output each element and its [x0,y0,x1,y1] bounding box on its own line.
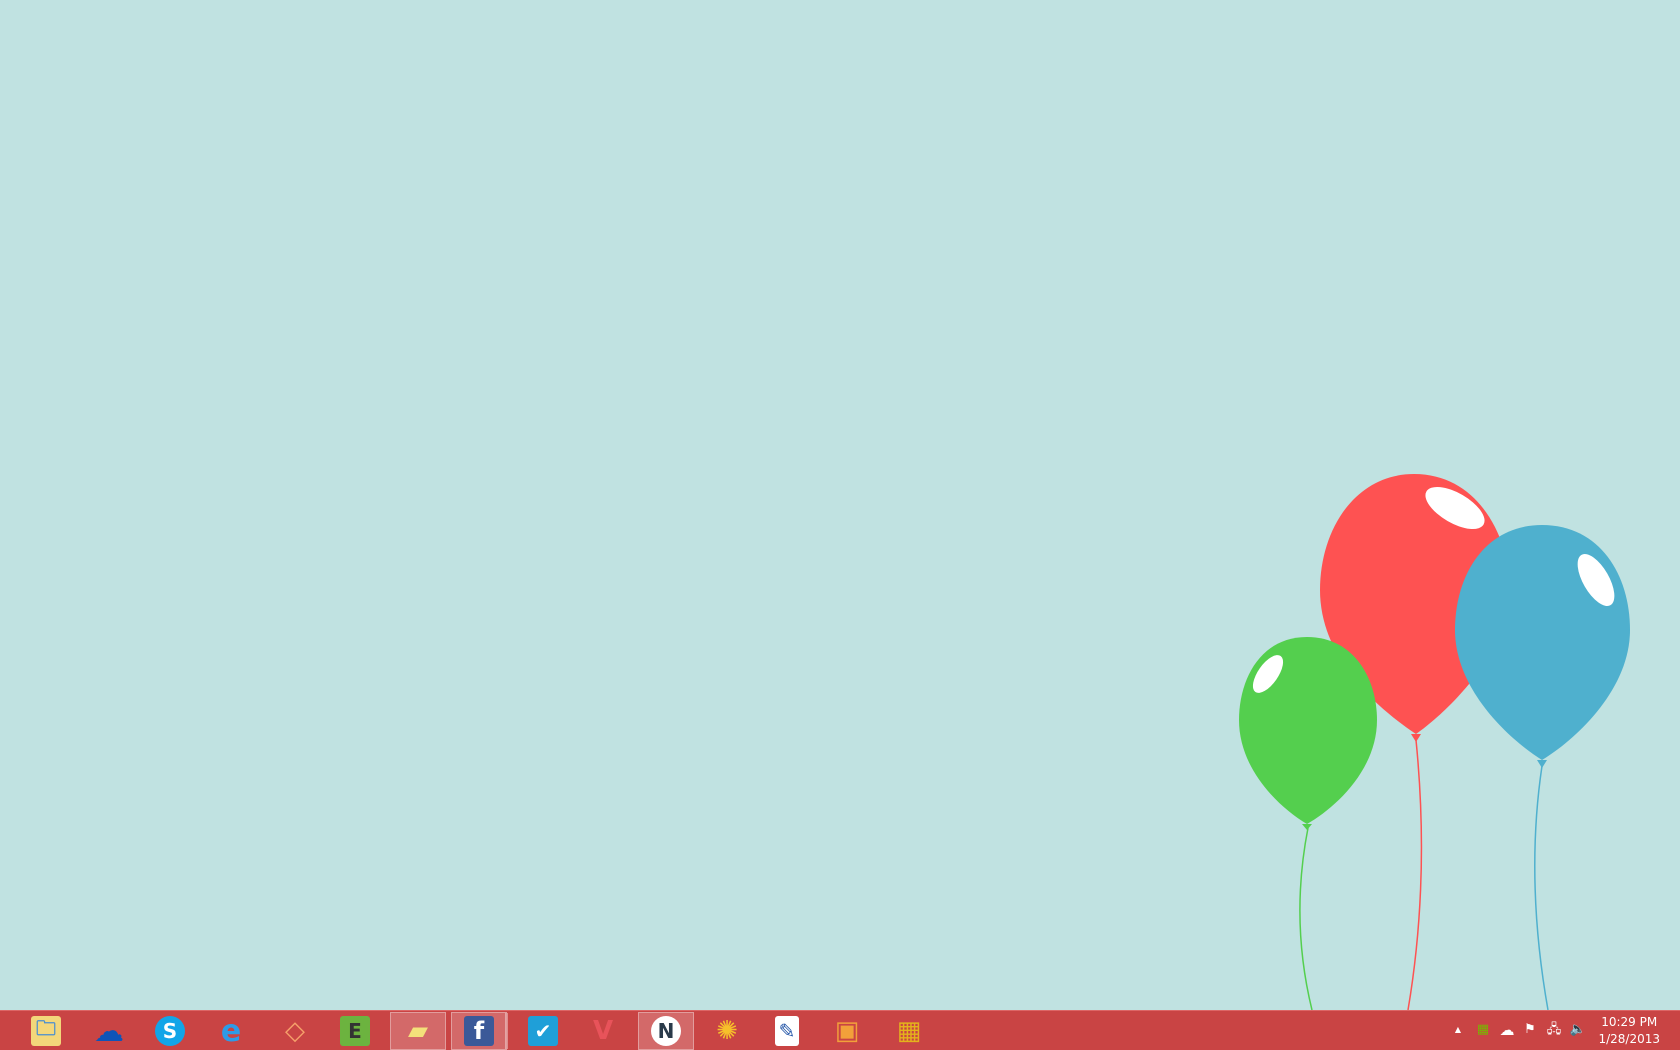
nvidia-tray-icon[interactable]: ▦ [1474,1021,1492,1039]
taskbar-nbc[interactable]: ✺ [699,1012,755,1050]
evernote-icon: E [340,1016,370,1046]
taskbar: 🗀 ☁ S e ◇ E ▰ f ✔ V N ✺ ✎ ▣ ▦ ▲ ▦ ☁ ⚑ 🖧 … [0,1010,1680,1050]
photo-icon: ▣ [834,1016,860,1046]
taskbar-internet-explorer[interactable]: e [203,1012,259,1050]
sticky-notes-icon: ▰ [408,1016,428,1046]
taskbar-app-blocks[interactable]: ▦ [881,1012,937,1050]
v-icon: V [592,1016,614,1046]
facebook-icon: f [464,1016,494,1046]
green-balloon [1239,637,1377,1011]
foursquare-icon: ✔ [528,1016,558,1046]
paint-icon: ✎ [775,1016,799,1046]
taskbar-skype[interactable]: S [142,1012,198,1050]
volume-icon[interactable]: 🔈 [1569,1021,1587,1039]
skype-icon: S [155,1016,185,1046]
ie-icon: e [220,1013,242,1049]
taskbar-foursquare[interactable]: ✔ [515,1012,571,1050]
n-icon: N [651,1016,681,1046]
taskbar-evernote[interactable]: E [327,1012,383,1050]
taskbar-app-v[interactable]: V [575,1012,631,1050]
desktop-wallpaper [0,0,1680,1011]
taskbar-sticky-notes[interactable]: ▰ [390,1012,446,1050]
action-center-flag-icon[interactable]: ⚑ [1521,1021,1539,1039]
taskbar-paint-app[interactable]: ✎ [759,1012,815,1050]
clock-date: 1/28/2013 [1598,1032,1660,1046]
taskbar-photo-app[interactable]: ▣ [819,1012,875,1050]
show-hidden-icons-button[interactable]: ▲ [1449,1021,1467,1039]
taskbar-file-explorer[interactable]: 🗀 [18,1012,74,1050]
blue-balloon [1455,525,1630,1011]
skydrive-tray-icon[interactable]: ☁ [1498,1021,1516,1039]
taskbar-app-n[interactable]: N [638,1012,694,1050]
clock[interactable]: 10:29 PM 1/28/2013 [1598,1014,1660,1048]
nbc-peacock-icon: ✺ [716,1016,738,1046]
blocks-icon: ▦ [896,1016,922,1046]
clock-time: 10:29 PM [1601,1015,1658,1029]
taskbar-skydrive[interactable]: ☁ [81,1012,137,1050]
balloons-illustration [1239,474,1630,1011]
network-icon[interactable]: 🖧 [1545,1021,1563,1039]
taskbar-app-geometric[interactable]: ◇ [267,1012,323,1050]
taskbar-facebook[interactable]: f [451,1012,507,1050]
taskbar-separator [505,1013,508,1049]
cloud-icon: ☁ [94,1013,124,1049]
geometric-icon: ◇ [285,1016,305,1046]
folder-icon: 🗀 [31,1016,61,1046]
